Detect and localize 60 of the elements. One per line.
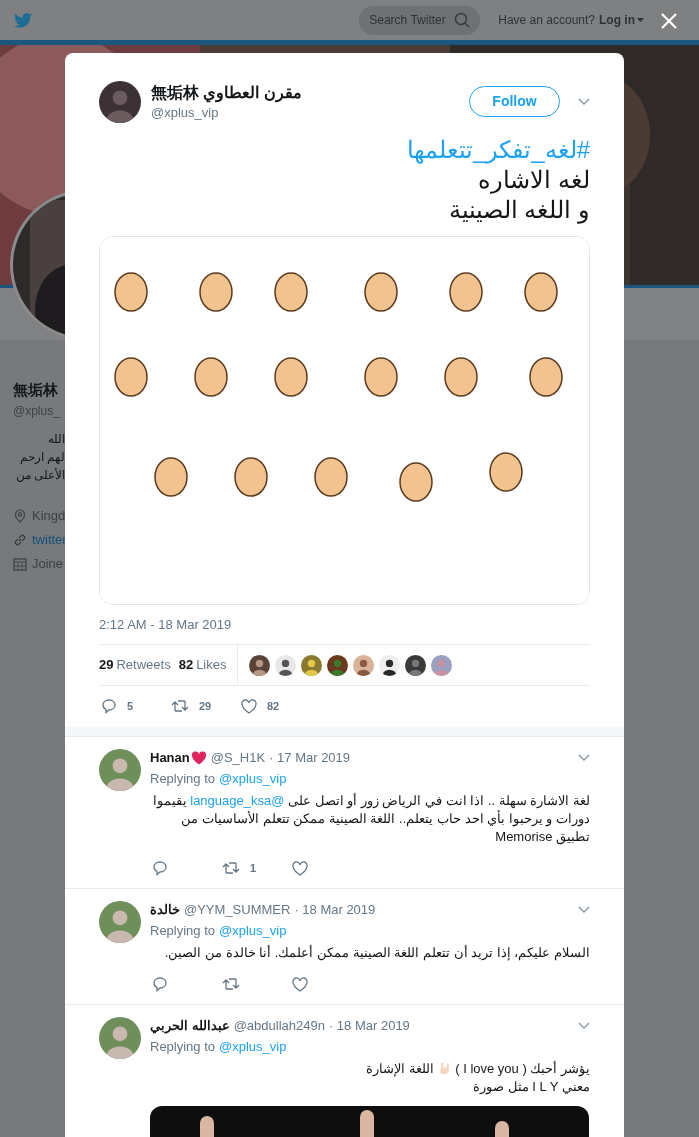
mention-link[interactable]: @xplus_vip [219,770,287,788]
login-link[interactable]: Log in [599,11,644,29]
reply-icon[interactable] [152,976,168,992]
reply-text: يؤشر أحبك ( I love you ) اللغة الإشارة [365,1060,590,1078]
mention-link[interactable]: @xplus_vip [219,922,287,940]
action-count: 82 [267,698,280,714]
reply-date[interactable]: · 18 Mar 2019 [294,900,376,920]
chevron-icon[interactable] [578,754,590,762]
reply-date[interactable]: · 17 Mar 2019 [269,748,351,768]
reply-text: معني I L Y مثل صورة [472,1078,590,1096]
stat-label[interactable]: Retweets [116,655,171,675]
reply-author-handle[interactable]: @S_H1K [210,748,266,768]
action-count: 29 [199,698,212,714]
replying-label: Replying to [150,770,216,788]
search-field[interactable]: Search Twitter [359,5,481,35]
like-icon[interactable] [241,698,257,714]
retweet-icon[interactable] [222,977,240,991]
profile-location: Kingd [32,507,66,526]
stat-count[interactable]: 82 [178,655,194,675]
avatar[interactable] [274,654,296,676]
profile-name: 無垢林 [13,380,58,400]
tweet-timestamp: 2:12 AM - 18 Mar 2019 [99,617,233,633]
avatar[interactable] [378,654,400,676]
reply-author-handle[interactable]: @YYM_SUMMER [184,900,291,920]
link-icon [13,533,27,547]
reply-icon[interactable] [101,698,117,714]
reply-author-name[interactable]: عبدالله الحربي [150,1016,230,1036]
stat-label[interactable]: Likes [196,655,227,675]
chevron-icon[interactable] [578,1022,590,1030]
action-count: 1 [250,860,257,876]
search-icon[interactable] [454,12,471,28]
retweet-icon[interactable] [222,861,240,875]
profile-joined: Joine [32,555,64,574]
avatar[interactable] [404,654,426,676]
caret-icon [637,18,644,22]
mention-link[interactable]: @language_ksa [190,793,285,808]
calendar-icon [13,557,27,571]
reply-date[interactable]: · 18 Mar 2019 [328,1016,410,1036]
account-prompt: Have an account? [498,12,595,29]
profile-bio: الله لهم ارحم الأعلى من [14,431,65,484]
reply-icon[interactable] [152,860,168,876]
like-icon[interactable] [292,976,308,992]
retweet-icon[interactable] [171,699,189,713]
mention-link[interactable]: @xplus_vip [219,1038,287,1056]
chevron-icon[interactable] [578,906,590,914]
reply-author-name[interactable]: خالدة [150,900,180,920]
replying-label: Replying to [150,1038,216,1056]
reply-text: السلام عليكم، إذا تريد أن تتعلم اللغة الصينية ممكن أعلمك. أنا خالدة من الصين. [163,944,590,962]
reply-author-handle[interactable]: @abdullah249n [233,1016,325,1036]
stat-count[interactable]: 29 [99,655,114,675]
avatar[interactable] [248,654,270,676]
close-icon[interactable] [660,12,678,30]
profile-handle: @xplus_ [13,403,60,420]
reply-author-name[interactable]: Hanan [150,748,190,768]
location-icon [13,509,27,523]
avatar[interactable] [326,654,348,676]
like-icon[interactable] [292,860,308,876]
action-count: 5 [127,698,134,714]
hand-icon [437,1061,452,1075]
replying-label: Replying to [150,922,216,940]
